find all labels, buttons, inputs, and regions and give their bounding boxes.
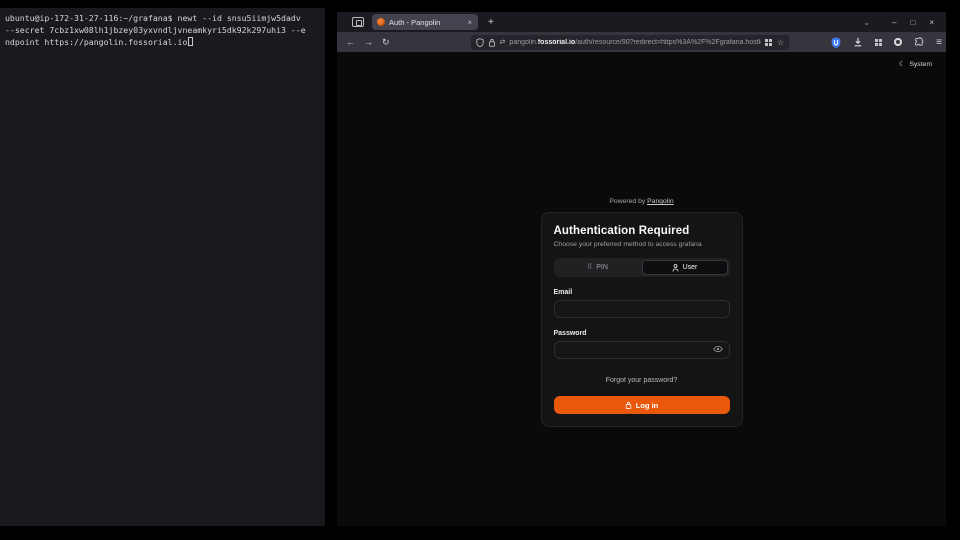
- new-tab-button[interactable]: +: [488, 17, 494, 28]
- record-circle-extension-icon[interactable]: [894, 38, 902, 46]
- user-icon: [672, 264, 679, 272]
- pangolin-favicon-icon: [377, 18, 385, 26]
- bookmark-star-icon[interactable]: ☆: [777, 38, 784, 47]
- browser-tab-bar: Auth - Pangolin × + ⌄ – □ ×: [337, 12, 946, 32]
- password-field[interactable]: [554, 341, 730, 359]
- auth-method-tabs: ⠿ PIN User: [554, 258, 730, 277]
- theme-toggle-label: System: [909, 61, 932, 68]
- desktop: ubuntu@ip-172-31-27-116:~/grafana$ newt …: [0, 0, 960, 540]
- card-subtitle: Choose your preferred method to access g…: [554, 241, 730, 248]
- permissions-icon[interactable]: ⇄: [500, 38, 506, 46]
- menu-icon[interactable]: ≡: [936, 37, 942, 48]
- forgot-password-link[interactable]: Forgot your password?: [606, 377, 678, 384]
- card-title: Authentication Required: [554, 225, 730, 237]
- window-minimize-button[interactable]: –: [892, 18, 896, 27]
- browser-tab-auth-pangolin[interactable]: Auth - Pangolin ×: [372, 14, 478, 30]
- extensions-puzzle-icon[interactable]: [914, 37, 924, 47]
- pangolin-link[interactable]: Pangolin: [647, 198, 673, 205]
- shield-icon[interactable]: [476, 38, 484, 47]
- tab-pin[interactable]: ⠿ PIN: [556, 260, 640, 275]
- email-label: Email: [554, 289, 730, 296]
- powered-by: Powered by Pangolin: [541, 198, 743, 205]
- auth-card: Authentication Required Choose your pref…: [541, 212, 743, 427]
- page-content: ☾ System Powered by Pangolin Authenticat…: [337, 52, 946, 526]
- login-lock-icon: [625, 401, 632, 409]
- terminal-line: --secret 7cbz1xw08lh1jbzey03yxvndljvneam…: [5, 24, 320, 36]
- downloads-icon[interactable]: [853, 37, 863, 47]
- browser-window: Auth - Pangolin × + ⌄ – □ × ← → ↻ ⇄: [337, 12, 946, 526]
- keypad-icon: ⠿: [587, 264, 592, 271]
- window-maximize-button[interactable]: □: [910, 18, 915, 27]
- url-bar[interactable]: ⇄ pangolin.fossorial.io/auth/resource/90…: [471, 35, 790, 50]
- terminal-line: ndpoint https://pangolin.fossorial.io: [5, 36, 320, 48]
- tab-title: Auth - Pangolin: [389, 18, 462, 27]
- password-label: Password: [554, 330, 730, 337]
- list-all-tabs-icon[interactable]: ⌄: [863, 18, 870, 27]
- terminal-cursor: [188, 37, 193, 46]
- page-action-grid-icon[interactable]: [765, 39, 772, 46]
- show-password-eye-icon[interactable]: [713, 345, 723, 352]
- back-button[interactable]: ←: [346, 37, 355, 48]
- forward-button[interactable]: →: [364, 37, 373, 48]
- tab-user[interactable]: User: [642, 260, 728, 275]
- firefox-view-icon[interactable]: [352, 17, 364, 27]
- url-text: pangolin.fossorial.io/auth/resource/90?r…: [509, 39, 761, 46]
- adblocker-extension-icon[interactable]: [831, 37, 841, 48]
- browser-toolbar: ← → ↻ ⇄ pangolin.fossorial.io/auth/resou…: [337, 32, 946, 52]
- email-field[interactable]: [554, 300, 730, 318]
- terminal-window[interactable]: ubuntu@ip-172-31-27-116:~/grafana$ newt …: [0, 8, 325, 526]
- terminal-line: ubuntu@ip-172-31-27-116:~/grafana$ newt …: [5, 12, 320, 24]
- reload-button[interactable]: ↻: [382, 37, 390, 48]
- theme-toggle[interactable]: ☾ System: [899, 60, 932, 68]
- tab-close-icon[interactable]: ×: [466, 18, 473, 27]
- login-button[interactable]: Log in: [554, 396, 730, 414]
- lock-icon[interactable]: [488, 38, 496, 47]
- moon-icon: ☾: [899, 60, 905, 68]
- extension-grid-icon[interactable]: [875, 39, 882, 46]
- window-close-button[interactable]: ×: [929, 18, 934, 27]
